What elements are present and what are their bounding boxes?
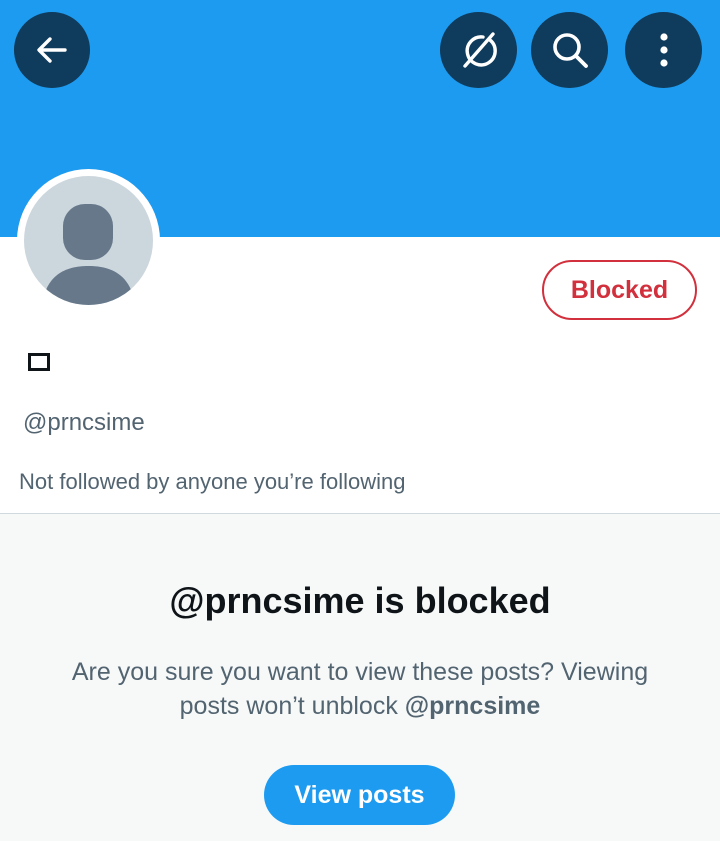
arrow-left-icon — [37, 37, 67, 63]
search-icon — [552, 33, 588, 68]
grok-button[interactable] — [440, 12, 517, 88]
search-button[interactable] — [531, 12, 608, 88]
blocked-notice-description: Are you sure you want to view these post… — [40, 655, 680, 723]
back-button[interactable] — [14, 12, 90, 88]
default-avatar-image — [24, 176, 153, 305]
display-name-glyph — [28, 353, 50, 371]
profile-handle: @prncsime — [23, 409, 145, 436]
blocked-notice-description-text: Are you sure you want to view these post… — [71, 658, 649, 720]
person-silhouette-icon — [42, 204, 135, 305]
blocked-button[interactable]: Blocked — [542, 260, 697, 320]
followers-you-know-note: Not followed by anyone you’re following — [19, 469, 406, 494]
blocked-notice-handle: @prncsime — [404, 692, 541, 720]
view-posts-button[interactable]: View posts — [264, 765, 455, 825]
grok-icon — [462, 32, 497, 68]
more-options-button[interactable] — [625, 12, 702, 88]
avatar[interactable] — [17, 169, 160, 312]
blocked-notice-title: @prncsime is blocked — [169, 580, 551, 621]
more-vertical-icon — [659, 33, 668, 67]
